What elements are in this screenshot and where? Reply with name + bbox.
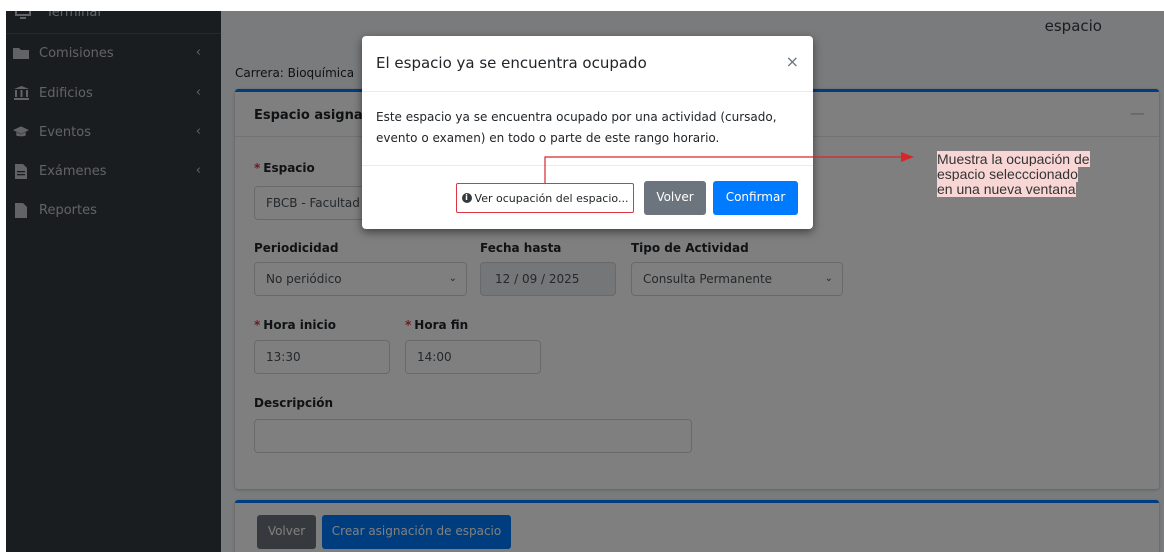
annotation-line: espacio selecccionado — [937, 166, 1078, 182]
annotation-line: en una nueva ventana — [937, 181, 1076, 197]
annotation-arrow — [544, 152, 914, 183]
annotation-line: Muestra la ocupación de — [937, 151, 1090, 167]
annotation-note: Muestra la ocupación de espacio seleccci… — [937, 151, 1117, 197]
app-frame: Terminal Comisiones ‹ Edificios ‹ Evento… — [6, 11, 1164, 552]
